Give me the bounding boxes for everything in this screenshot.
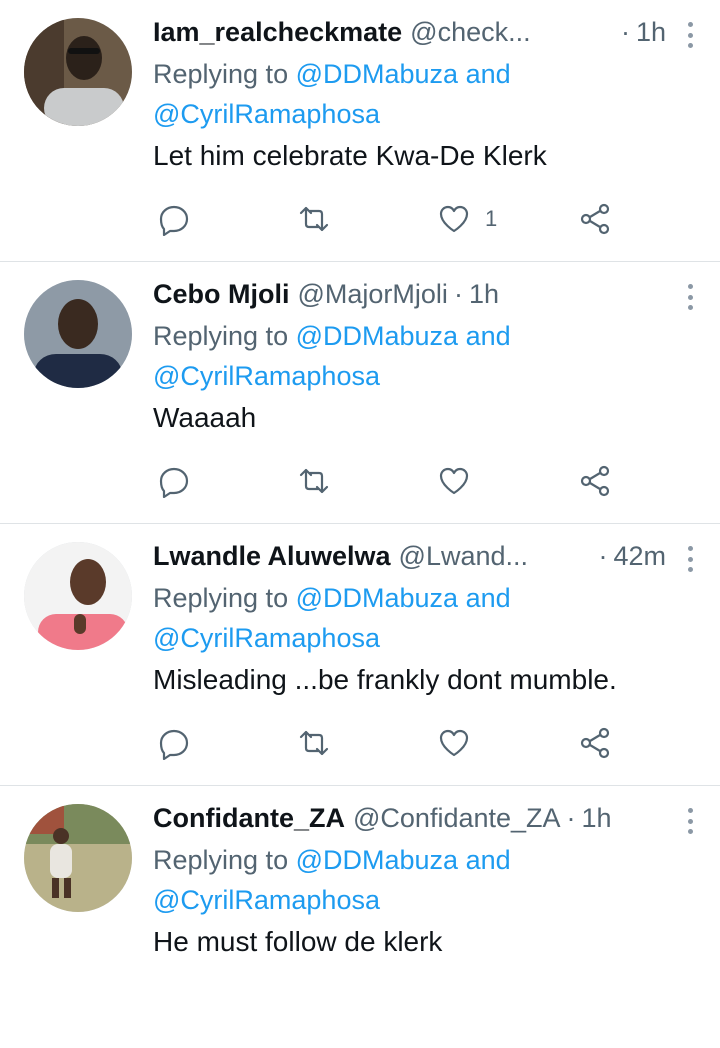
timestamp[interactable]: 1h: [636, 17, 666, 48]
timestamp[interactable]: 1h: [469, 279, 499, 310]
retweet-icon: [299, 730, 329, 756]
author-handle[interactable]: @MajorMjoli: [298, 279, 448, 310]
reply-button[interactable]: [157, 726, 191, 760]
avatar-image: [24, 542, 132, 650]
reply-tweet[interactable]: Confidante_ZA @Confidante_ZA · 1h Replyi…: [0, 786, 720, 1048]
author-handle[interactable]: @Confidante_ZA: [353, 803, 561, 834]
tweet-text: Waaaah: [153, 402, 257, 433]
retweet-icon: [299, 468, 329, 494]
more-options-icon[interactable]: [680, 806, 700, 836]
avatar[interactable]: [24, 542, 132, 650]
author-handle[interactable]: @Lwand...: [399, 541, 528, 572]
reply-tweet[interactable]: Cebo Mjoli @MajorMjoli · 1h Replying to …: [0, 262, 720, 524]
mention-link[interactable]: @CyrilRamaphosa: [153, 623, 380, 653]
mention-link[interactable]: @CyrilRamaphosa: [153, 885, 380, 915]
mention-link[interactable]: @CyrilRamaphosa: [153, 99, 380, 129]
replying-prefix: Replying to: [153, 59, 296, 89]
and-text: and: [458, 845, 511, 875]
reply-tweet[interactable]: Lwandle Aluwelwa @Lwand... · 42m Replyin…: [0, 524, 720, 786]
avatar-image: [24, 804, 132, 912]
avatar-image: [24, 18, 132, 126]
timestamp[interactable]: 1h: [582, 803, 612, 834]
avatar[interactable]: [24, 18, 132, 126]
timestamp[interactable]: 42m: [613, 541, 666, 572]
like-icon: [439, 729, 469, 757]
separator-dot: ·: [453, 278, 463, 309]
separator-dot: ·: [620, 16, 630, 47]
tweet-text: He must follow de klerk: [153, 926, 443, 957]
retweet-button[interactable]: [297, 726, 331, 760]
more-options-icon[interactable]: [680, 282, 700, 312]
retweet-button[interactable]: [297, 202, 331, 236]
separator-dot: ·: [566, 802, 576, 833]
like-icon: [439, 205, 469, 233]
mention-link[interactable]: @DDMabuza: [296, 845, 458, 875]
tweet-text: Misleading ...be frankly dont mumble.: [153, 664, 617, 695]
share-icon: [580, 203, 610, 235]
mention-link[interactable]: @DDMabuza: [296, 59, 458, 89]
replying-to: Replying to @DDMabuza and @CyrilRamaphos…: [153, 578, 700, 658]
replying-to: Replying to @DDMabuza and @CyrilRamaphos…: [153, 840, 700, 920]
and-text: and: [458, 321, 511, 351]
author-handle[interactable]: @check...: [410, 17, 530, 48]
avatar[interactable]: [24, 804, 132, 912]
avatar-image: [24, 280, 132, 388]
reply-icon: [159, 205, 189, 236]
reply-button[interactable]: [157, 202, 191, 236]
reply-tweet[interactable]: Iam_realcheckmate @check... · 1h Replyin…: [0, 0, 720, 262]
author-name[interactable]: Cebo Mjoli: [153, 279, 290, 310]
action-bar: [153, 464, 700, 504]
retweet-icon: [299, 206, 329, 232]
mention-link[interactable]: @DDMabuza: [296, 321, 458, 351]
more-options-icon[interactable]: [680, 20, 700, 50]
like-button[interactable]: [437, 464, 471, 498]
replying-prefix: Replying to: [153, 583, 296, 613]
author-name[interactable]: Confidante_ZA: [153, 803, 345, 834]
avatar[interactable]: [24, 280, 132, 388]
author-name[interactable]: Iam_realcheckmate: [153, 17, 402, 48]
retweet-button[interactable]: [297, 464, 331, 498]
replying-prefix: Replying to: [153, 321, 296, 351]
like-count: 1: [485, 206, 498, 231]
and-text: and: [458, 59, 511, 89]
replying-to: Replying to @DDMabuza and @CyrilRamaphos…: [153, 316, 700, 396]
mention-link[interactable]: @CyrilRamaphosa: [153, 361, 380, 391]
tweet-text: Let him celebrate Kwa-De Klerk: [153, 140, 547, 171]
replying-prefix: Replying to: [153, 845, 296, 875]
like-icon: [439, 467, 469, 495]
reply-button[interactable]: [157, 464, 191, 498]
mention-link[interactable]: @DDMabuza: [296, 583, 458, 613]
share-button[interactable]: [578, 202, 612, 236]
replying-to: Replying to @DDMabuza and @CyrilRamaphos…: [153, 54, 700, 134]
share-button[interactable]: [578, 464, 612, 498]
author-name[interactable]: Lwandle Aluwelwa: [153, 541, 391, 572]
share-icon: [580, 727, 610, 759]
like-button[interactable]: 1: [437, 202, 497, 236]
reply-icon: [159, 729, 189, 760]
share-icon: [580, 465, 610, 497]
and-text: and: [458, 583, 511, 613]
reply-feed: Iam_realcheckmate @check... · 1h Replyin…: [0, 0, 720, 1048]
like-button[interactable]: [437, 726, 471, 760]
reply-icon: [159, 467, 189, 498]
action-bar: 1: [153, 202, 700, 242]
action-bar: [153, 726, 700, 766]
more-options-icon[interactable]: [680, 544, 700, 574]
share-button[interactable]: [578, 726, 612, 760]
separator-dot: ·: [598, 540, 608, 571]
